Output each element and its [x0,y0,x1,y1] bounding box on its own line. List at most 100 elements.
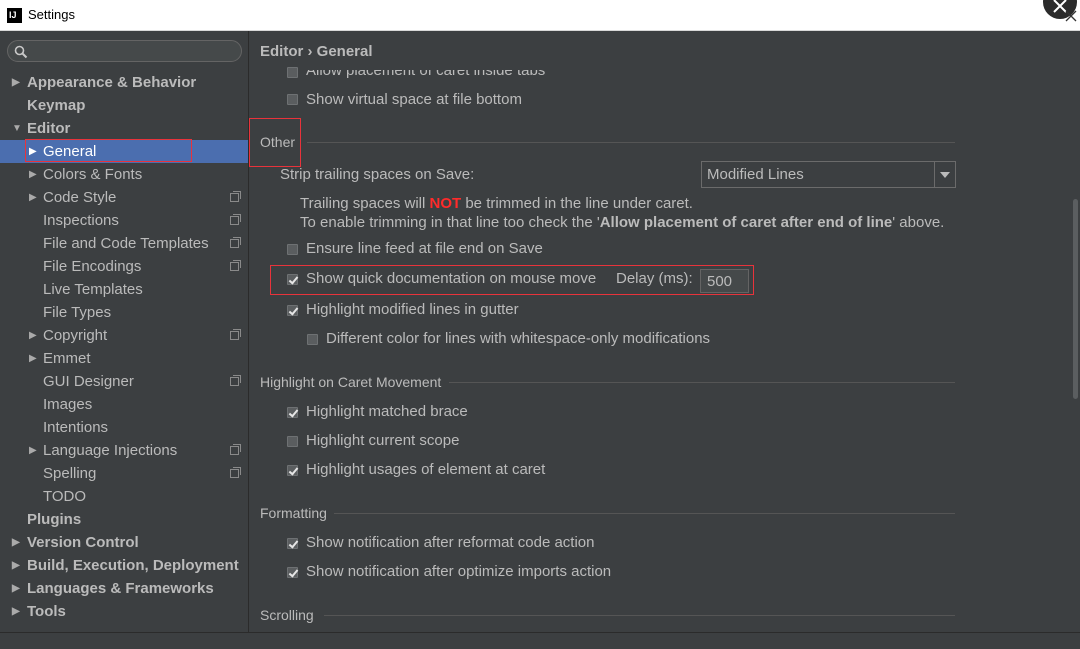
settings-sidebar: ▶ Appearance & Behavior Keymap ▼ Editor ▶ Gene… [0,31,249,632]
current-scope-label: Highlight current scope [306,432,460,449]
breadcrumb: Editor › General [260,43,373,60]
ensure-line-feed-checkbox[interactable] [287,244,298,255]
settings-content: Editor › General Allow placement of care… [249,31,1080,632]
note-not-text: NOT [429,195,462,212]
project-level-icon [230,237,241,248]
sidebar-item-label: Appearance & Behavior [27,74,197,91]
strip-spaces-dropdown[interactable]: Modified Lines [701,161,956,188]
caret-section-title: Highlight on Caret Movement [260,374,442,390]
chevron-right-icon[interactable]: ▶ [29,439,37,462]
sidebar-item-tools[interactable]: ▶ Tools [0,600,248,623]
separator [307,142,955,143]
sidebar-item-emmet[interactable]: ▶ Emmet [0,347,248,370]
project-level-icon [230,191,241,202]
note-bold-text: Allow placement of caret after end of li… [599,214,893,231]
sidebar-item-live-templates[interactable]: Live Templates [0,278,248,301]
sidebar-item-inspections[interactable]: Inspections [0,209,248,232]
chevron-right-icon[interactable]: ▶ [12,71,20,94]
sidebar-item-label: Intentions [43,419,109,436]
sidebar-item-languages-frameworks[interactable]: ▶ Languages & Frameworks [0,577,248,600]
sidebar-item-label: Editor [27,120,71,137]
intellij-app-icon: IJ [7,8,22,23]
sidebar-item-label: Version Control [27,534,139,551]
window-title: Settings [28,7,75,22]
close-icon[interactable] [1065,10,1077,22]
note-text: ' above. [892,214,945,231]
ensure-line-feed-label: Ensure line feed at file end on Save [306,240,543,257]
sidebar-item-label: Build, Execution, Deployment [27,557,239,574]
allow-caret-tabs-checkbox[interactable] [287,67,298,78]
chevron-right-icon[interactable]: ▶ [12,554,20,577]
chevron-right-icon[interactable]: ▶ [12,600,20,623]
chevron-right-icon[interactable]: ▶ [29,186,37,209]
sidebar-item-editor[interactable]: ▼ Editor [0,117,248,140]
sidebar-item-label: GUI Designer [43,373,134,390]
reformat-notification-checkbox[interactable] [287,538,298,549]
sidebar-item-keymap[interactable]: Keymap [0,94,248,117]
sidebar-item-label: Plugins [27,511,82,528]
current-scope-checkbox[interactable] [287,436,298,447]
sidebar-item-label: Live Templates [43,281,143,298]
sidebar-item-label: Language Injections [43,442,178,459]
sidebar-item-file-and-code-templates[interactable]: File and Code Templates [0,232,248,255]
virtual-space-checkbox[interactable] [287,94,298,105]
sidebar-item-label: File Types [43,304,112,321]
chevron-right-icon[interactable]: ▶ [29,163,37,186]
highlight-modified-label: Highlight modified lines in gutter [306,301,519,318]
sidebar-item-label: Code Style [43,189,117,206]
sidebar-item-plugins[interactable]: Plugins [0,508,248,531]
separator [324,615,955,616]
bottom-bar [0,632,1080,649]
sidebar-item-label: Inspections [43,212,119,229]
project-level-icon [230,467,241,478]
different-color-label: Different color for lines with whitespac… [326,330,711,347]
formatting-section-title: Formatting [260,505,327,521]
sidebar-item-gui-designer[interactable]: GUI Designer [0,370,248,393]
sidebar-item-file-types[interactable]: File Types [0,301,248,324]
matched-brace-checkbox[interactable] [287,407,298,418]
sidebar-item-label: Keymap [27,97,86,114]
project-level-icon [230,214,241,225]
strip-spaces-value: Modified Lines [707,166,804,183]
strip-note-line2: To enable trimming in that line too chec… [300,214,944,231]
project-level-icon [230,444,241,455]
note-text: be trimmed in the line under caret. [461,195,693,212]
sidebar-item-colors-fonts[interactable]: ▶ Colors & Fonts [0,163,248,186]
scrolling-section-title: Scrolling [260,607,314,623]
sidebar-item-version-control[interactable]: ▶ Version Control [0,531,248,554]
dropdown-arrow[interactable] [934,162,955,187]
note-text: To enable trimming in that line too chec… [300,214,600,231]
sidebar-item-build-execution-deployment[interactable]: ▶ Build, Execution, Deployment [0,554,248,577]
search-icon [14,45,28,59]
sidebar-item-intentions[interactable]: Intentions [0,416,248,439]
usages-checkbox[interactable] [287,465,298,476]
strip-spaces-label: Strip trailing spaces on Save: [280,166,475,183]
sidebar-item-spelling[interactable]: Spelling [0,462,248,485]
vertical-scrollbar[interactable] [1073,199,1078,399]
project-level-icon [230,375,241,386]
sidebar-item-label: Colors & Fonts [43,166,143,183]
sidebar-item-language-injections[interactable]: ▶ Language Injections [0,439,248,462]
search-input[interactable] [7,40,242,62]
sidebar-item-appearance-behavior[interactable]: ▶ Appearance & Behavior [0,71,248,94]
sidebar-item-label: TODO [43,488,87,505]
sidebar-item-code-style[interactable]: ▶ Code Style [0,186,248,209]
virtual-space-label: Show virtual space at file bottom [306,91,522,108]
sidebar-item-todo[interactable]: TODO [0,485,248,508]
chevron-right-icon[interactable]: ▶ [29,347,37,370]
separator [334,513,955,514]
note-text: Trailing spaces will [300,195,430,212]
sidebar-item-copyright[interactable]: ▶ Copyright [0,324,248,347]
sidebar-item-images[interactable]: Images [0,393,248,416]
optimize-notification-checkbox[interactable] [287,567,298,578]
project-level-icon [230,329,241,340]
sidebar-item-file-encodings[interactable]: File Encodings [0,255,248,278]
chevron-right-icon[interactable]: ▶ [12,531,20,554]
highlight-modified-checkbox[interactable] [287,305,298,316]
chevron-right-icon[interactable]: ▶ [12,577,20,600]
sidebar-item-label: Tools [27,603,66,620]
sidebar-item-label: File and Code Templates [43,235,209,252]
chevron-right-icon[interactable]: ▶ [29,324,37,347]
different-color-checkbox[interactable] [307,334,318,345]
chevron-down-icon[interactable]: ▼ [12,117,22,140]
